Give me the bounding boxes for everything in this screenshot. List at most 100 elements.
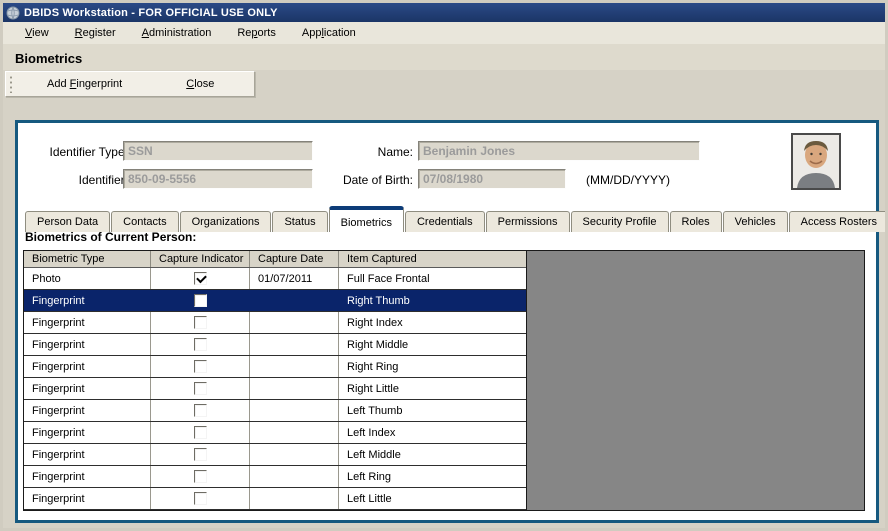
window-title: DBIDS Workstation - FOR OFFICIAL USE ONL… [24, 6, 278, 19]
table-row[interactable]: Fingerprint Left Middle [24, 444, 526, 466]
identifier-label: Identifier: [78, 173, 128, 187]
capture-indicator-checkbox[interactable] [193, 492, 207, 505]
column-header-item-captured[interactable]: Item Captured [339, 251, 526, 267]
add-fingerprint-button[interactable]: Add Fingerprint [37, 74, 132, 94]
table-row[interactable]: Fingerprint Left Little [24, 488, 526, 510]
capture-indicator-checkbox[interactable] [193, 360, 207, 373]
cell-capture-date [250, 378, 339, 399]
app-window: DBIDS Workstation - FOR OFFICIAL USE ONL… [0, 0, 888, 531]
cell-capture-date [250, 488, 339, 509]
cell-item-captured: Right Middle [347, 339, 409, 351]
cell-capture-indicator [151, 466, 250, 487]
menu-bar: View Register Administration Reports App… [3, 22, 885, 45]
table-row[interactable]: Fingerprint Left Index [24, 422, 526, 444]
cell-capture-date: 01/07/2011 [250, 268, 339, 289]
app-globe-icon [6, 6, 20, 19]
cell-item-captured: Full Face Frontal [347, 273, 430, 285]
biometrics-grid: Biometric Type Capture Indicator Capture… [23, 250, 865, 511]
tab-biometrics[interactable]: Biometrics [328, 206, 404, 232]
menu-application[interactable]: Application [290, 24, 368, 42]
name-label: Name: [377, 145, 413, 159]
table-row[interactable]: Photo 01/07/2011 Full Face Frontal [24, 268, 526, 290]
cell-biometric-type: Fingerprint [24, 400, 151, 421]
capture-indicator-checkbox[interactable] [193, 448, 207, 461]
section-heading: Biometrics of Current Person: [25, 230, 197, 244]
table-row[interactable]: Fingerprint Right Thumb [24, 290, 526, 312]
identifier-type-label: Identifier Type: [49, 145, 129, 159]
menu-reports[interactable]: Reports [225, 24, 288, 42]
person-photo [791, 133, 841, 190]
dob-label: Date of Birth: [342, 173, 413, 187]
cell-capture-indicator [151, 290, 250, 311]
identifier-type-field[interactable] [123, 141, 313, 161]
tab-person-data[interactable]: Person Data [25, 211, 111, 232]
table-row[interactable]: Fingerprint Right Index [24, 312, 526, 334]
cell-biometric-type: Fingerprint [24, 488, 151, 509]
table-row[interactable]: Fingerprint Right Middle [24, 334, 526, 356]
column-header-biometric-type[interactable]: Biometric Type [24, 251, 151, 267]
menu-view[interactable]: View [13, 24, 61, 42]
grid-empty-area [526, 251, 864, 510]
title-bar: DBIDS Workstation - FOR OFFICIAL USE ONL… [3, 3, 885, 22]
portrait-photo-icon [793, 135, 839, 188]
cell-capture-indicator [151, 422, 250, 443]
cell-biometric-type: Fingerprint [24, 422, 151, 443]
cell-biometric-type: Fingerprint [24, 444, 151, 465]
cell-capture-date [250, 444, 339, 465]
capture-indicator-checkbox[interactable] [193, 272, 207, 285]
column-header-capture-date[interactable]: Capture Date [250, 251, 339, 267]
cell-item-captured: Left Little [347, 493, 392, 505]
cell-capture-indicator [151, 268, 250, 289]
dob-field[interactable] [418, 169, 566, 189]
tab-contacts[interactable]: Contacts [111, 211, 179, 232]
identifier-field[interactable] [123, 169, 313, 189]
toolbar-grip-handle[interactable] [9, 75, 13, 93]
cell-biometric-type: Fingerprint [24, 356, 151, 377]
table-row[interactable]: Fingerprint Left Ring [24, 466, 526, 488]
capture-indicator-checkbox[interactable] [193, 470, 207, 483]
cell-capture-indicator [151, 400, 250, 421]
capture-indicator-checkbox[interactable] [193, 404, 207, 417]
capture-indicator-checkbox[interactable] [193, 316, 207, 329]
cell-capture-date [250, 422, 339, 443]
cell-capture-date [250, 312, 339, 333]
table-row[interactable]: Fingerprint Right Ring [24, 356, 526, 378]
tab-security-profile[interactable]: Security Profile [570, 211, 669, 232]
tab-strip: Person Data Contacts Organizations Status Bi… [25, 206, 885, 232]
cell-item-captured: Right Thumb [347, 295, 410, 307]
cell-capture-indicator [151, 444, 250, 465]
cell-item-captured: Right Little [347, 383, 399, 395]
cell-capture-date [250, 356, 339, 377]
table-row[interactable]: Fingerprint Left Thumb [24, 400, 526, 422]
cell-item-captured: Right Ring [347, 361, 399, 373]
dob-format-hint: (MM/DD/YYYY) [586, 173, 670, 187]
tab-access-rosters[interactable]: Access Rosters [788, 211, 885, 232]
toolbar: Add Fingerprint Close [5, 71, 255, 97]
capture-indicator-checkbox[interactable] [193, 294, 207, 307]
cell-capture-indicator [151, 378, 250, 399]
cell-biometric-type: Fingerprint [32, 295, 85, 307]
tab-roles[interactable]: Roles [669, 211, 722, 232]
tab-vehicles[interactable]: Vehicles [722, 211, 788, 232]
tab-credentials[interactable]: Credentials [404, 211, 485, 232]
cell-biometric-type: Fingerprint [24, 378, 151, 399]
menu-register[interactable]: Register [63, 24, 128, 42]
table-row[interactable]: Fingerprint Right Little [24, 378, 526, 400]
grid-header-row: Biometric Type Capture Indicator Capture… [24, 251, 526, 268]
close-button[interactable]: Close [176, 74, 224, 94]
capture-indicator-checkbox[interactable] [193, 426, 207, 439]
page-title: Biometrics [3, 45, 885, 70]
tab-organizations[interactable]: Organizations [179, 211, 272, 232]
capture-indicator-checkbox[interactable] [193, 382, 207, 395]
name-field[interactable] [418, 141, 700, 161]
cell-biometric-type: Fingerprint [24, 312, 151, 333]
toolbar-zone: Add Fingerprint Close [3, 70, 885, 102]
column-header-capture-indicator[interactable]: Capture Indicator [151, 251, 250, 267]
cell-capture-indicator [151, 334, 250, 355]
capture-indicator-checkbox[interactable] [193, 338, 207, 351]
cell-item-captured: Left Thumb [347, 405, 403, 417]
cell-biometric-type: Fingerprint [24, 466, 151, 487]
tab-status[interactable]: Status [272, 211, 328, 232]
menu-administration[interactable]: Administration [130, 24, 224, 42]
tab-permissions[interactable]: Permissions [485, 211, 570, 232]
